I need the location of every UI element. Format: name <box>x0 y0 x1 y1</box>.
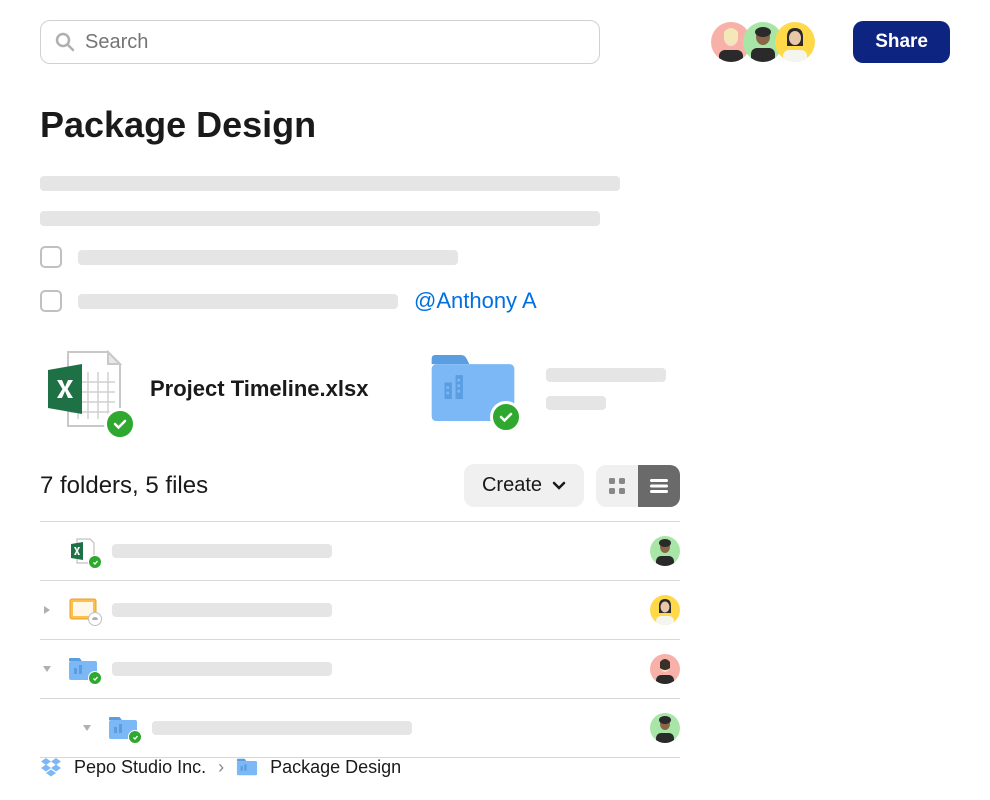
breadcrumb-item[interactable]: Package Design <box>270 757 401 778</box>
create-button-label: Create <box>482 474 542 497</box>
breadcrumb-separator: › <box>218 757 224 778</box>
placeholder-line <box>112 603 332 617</box>
breadcrumb: Pepo Studio Inc. › Package Design <box>40 756 401 778</box>
file-card-label: Project Timeline.xlsx <box>150 376 368 402</box>
placeholder-line <box>78 294 398 309</box>
checkbox[interactable] <box>40 246 62 268</box>
folder-file-count: 7 folders, 5 files <box>40 472 452 500</box>
placeholder-line <box>112 662 332 676</box>
cloud-badge-icon <box>88 612 102 626</box>
placeholder-line <box>78 250 458 265</box>
expand-arrow-icon[interactable] <box>40 605 54 615</box>
avatar[interactable] <box>650 713 680 743</box>
placeholder-line <box>40 176 620 191</box>
user-mention[interactable]: @Anthony A <box>414 288 537 314</box>
list-item[interactable] <box>40 699 680 758</box>
avatar[interactable] <box>650 536 680 566</box>
placeholder-line <box>152 721 412 735</box>
check-badge-icon <box>490 401 522 433</box>
avatar[interactable] <box>650 595 680 625</box>
chevron-down-icon <box>552 481 566 491</box>
check-badge-icon <box>88 671 102 685</box>
placeholder-line <box>546 368 666 382</box>
expand-arrow-icon[interactable] <box>80 723 94 733</box>
placeholder-line <box>546 396 606 410</box>
folder-icon <box>236 756 258 778</box>
create-button[interactable]: Create <box>464 464 584 507</box>
share-button[interactable]: Share <box>853 21 950 63</box>
search-box[interactable] <box>40 20 600 64</box>
list-item[interactable] <box>40 640 680 699</box>
placeholder-line <box>40 211 600 226</box>
folder-card[interactable] <box>428 349 666 429</box>
header-bar: Share <box>0 0 990 84</box>
check-badge-icon <box>128 730 142 744</box>
file-card[interactable]: Project Timeline.xlsx <box>40 344 368 434</box>
breadcrumb-item[interactable]: Pepo Studio Inc. <box>74 757 206 778</box>
expand-arrow-icon[interactable] <box>40 664 54 674</box>
list-item[interactable] <box>40 522 680 581</box>
avatar[interactable] <box>650 654 680 684</box>
search-icon <box>55 32 75 52</box>
collaborator-avatars[interactable] <box>711 22 815 62</box>
check-badge-icon <box>88 555 102 569</box>
grid-view-button[interactable] <box>596 465 638 507</box>
check-badge-icon <box>104 408 136 440</box>
checkbox[interactable] <box>40 290 62 312</box>
list-view-button[interactable] <box>638 465 680 507</box>
list-item[interactable] <box>40 581 680 640</box>
search-input[interactable] <box>85 31 585 54</box>
avatar[interactable] <box>775 22 815 62</box>
file-list <box>40 521 680 758</box>
page-title: Package Design <box>40 104 950 146</box>
view-toggle <box>596 465 680 507</box>
placeholder-line <box>112 544 332 558</box>
dropbox-icon <box>40 756 62 778</box>
